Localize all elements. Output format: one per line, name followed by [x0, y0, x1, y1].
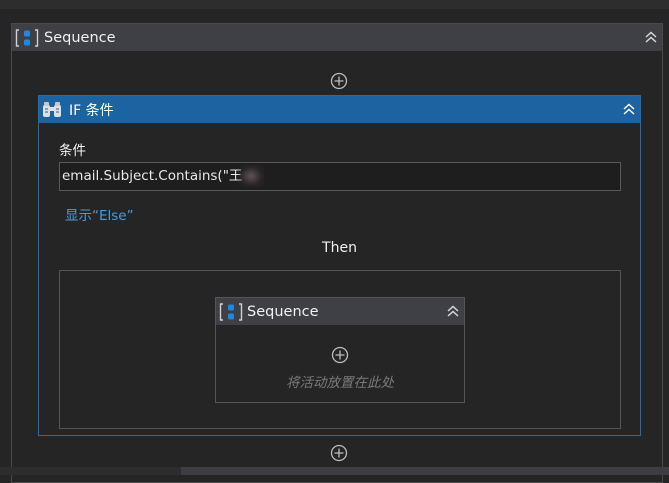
- then-label: Then: [322, 240, 357, 256]
- condition-value: email.Subject.Contains("王: [62, 168, 243, 184]
- collapse-inner-sequence-icon[interactable]: [445, 303, 461, 319]
- if-activity-container[interactable]: IF 条件 条件 email.Subject.Contains("王 显示“El…: [38, 95, 641, 436]
- condition-input[interactable]: email.Subject.Contains("王: [59, 162, 621, 191]
- inner-sequence-container[interactable]: Sequence 将活动放置在此处: [215, 297, 465, 403]
- if-activity-header[interactable]: IF 条件: [39, 96, 640, 123]
- horizontal-scrollbar[interactable]: [181, 467, 669, 475]
- redacted-blur: [238, 165, 265, 187]
- then-drop-area[interactable]: Sequence 将活动放置在此处: [59, 270, 621, 429]
- inner-sequence-header[interactable]: Sequence: [216, 298, 464, 325]
- inner-sequence-title: Sequence: [247, 303, 319, 320]
- top-toolbar-strip: [0, 0, 669, 9]
- show-else-link[interactable]: 显示“Else”: [65, 204, 134, 224]
- if-binoculars-icon: [41, 100, 63, 120]
- outer-sequence-header[interactable]: Sequence: [12, 24, 662, 51]
- collapse-outer-sequence-icon[interactable]: [643, 29, 659, 45]
- add-activity-plus-icon[interactable]: [330, 72, 348, 90]
- condition-label: 条件: [59, 143, 86, 159]
- add-activity-plus-icon[interactable]: [331, 346, 349, 364]
- outer-sequence-title: Sequence: [44, 29, 116, 46]
- sequence-icon: [219, 302, 243, 322]
- collapse-if-icon[interactable]: [621, 101, 637, 117]
- if-activity-title: IF 条件: [69, 102, 114, 119]
- sequence-icon: [15, 28, 39, 48]
- status-strip: [0, 467, 181, 475]
- add-activity-plus-icon[interactable]: [330, 444, 348, 462]
- drop-activity-hint: 将活动放置在此处: [286, 375, 394, 391]
